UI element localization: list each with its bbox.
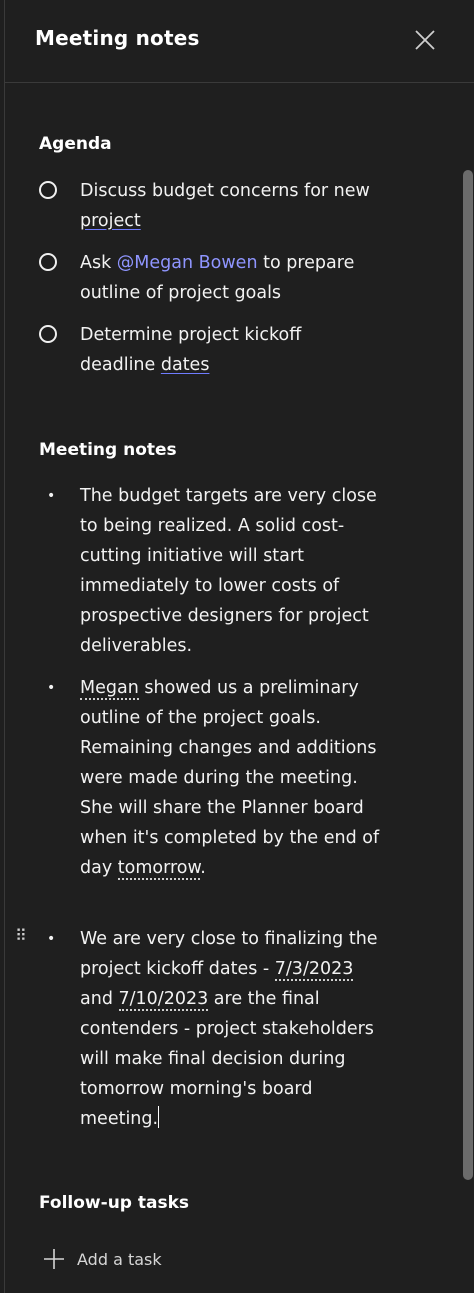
followup-heading: Follow-up tasks [39, 1193, 190, 1213]
bullet-icon: • [47, 931, 56, 947]
person-name[interactable]: Megan [80, 678, 139, 700]
list-item[interactable]: • The budget targets are very close to b… [39, 481, 429, 661]
agenda-text-word: project [80, 211, 141, 231]
checkbox-circle-icon[interactable] [39, 325, 57, 343]
agenda-text-line: outline of project goals [80, 283, 282, 303]
agenda-item[interactable]: Discuss budget concerns for new project [39, 176, 399, 236]
panel-header: Meeting notes [5, 0, 474, 83]
agenda-item[interactable]: Ask @Megan Bowen to prepare outline of p… [39, 248, 399, 308]
note-text[interactable]: Megan showed us a preliminary outline of… [80, 673, 380, 883]
drag-handle-icon[interactable]: ⠿ [15, 926, 27, 945]
note-text[interactable]: We are very close to finalizing the proj… [80, 924, 380, 1134]
agenda-text-line: Discuss budget concerns for new [80, 181, 370, 201]
agenda-text-segment: deadline [80, 355, 161, 375]
bullet-icon: • [47, 680, 56, 696]
date-link[interactable]: tomorrow [117, 858, 201, 880]
agenda-item-text[interactable]: Discuss budget concerns for new project [80, 176, 410, 236]
date-link[interactable]: 7/3/2023 [274, 959, 354, 981]
list-item[interactable]: • We are very close to finalizing the pr… [39, 924, 429, 1134]
text-cursor [158, 1106, 160, 1128]
agenda-text-segment: to prepare [257, 253, 355, 273]
date-link[interactable]: 7/10/2023 [118, 989, 209, 1011]
note-text-segment: . [200, 858, 206, 878]
agenda-item-text[interactable]: Ask @Megan Bowen to prepare outline of p… [80, 248, 410, 308]
agenda-item-text[interactable]: Determine project kickoff deadline dates [80, 320, 410, 380]
note-text-segment: showed us a preliminary outline of the p… [80, 678, 380, 878]
plus-icon [44, 1249, 64, 1269]
checkbox-circle-icon[interactable] [39, 181, 57, 199]
agenda-text-segment: Ask [80, 253, 117, 273]
list-item[interactable]: • Megan showed us a preliminary outline … [39, 673, 429, 913]
checkbox-circle-icon[interactable] [39, 253, 57, 271]
note-text[interactable]: The budget targets are very close to bei… [80, 481, 380, 661]
meeting-notes-heading: Meeting notes [39, 440, 177, 460]
agenda-text-word: dates [160, 355, 210, 375]
panel-title: Meeting notes [35, 26, 200, 50]
agenda-item[interactable]: Determine project kickoff deadline dates [39, 320, 399, 380]
scrollbar[interactable] [463, 170, 473, 1180]
agenda-text-line: Determine project kickoff [80, 325, 302, 345]
mention-link[interactable]: @Megan Bowen [117, 253, 258, 273]
note-text-segment: and [80, 989, 119, 1009]
bullet-icon: • [47, 488, 56, 504]
add-task-label: Add a task [77, 1250, 162, 1269]
meeting-notes-panel: Meeting notes Agenda Discuss budget conc… [4, 0, 474, 1293]
close-icon[interactable] [413, 28, 437, 52]
agenda-heading: Agenda [39, 134, 112, 154]
